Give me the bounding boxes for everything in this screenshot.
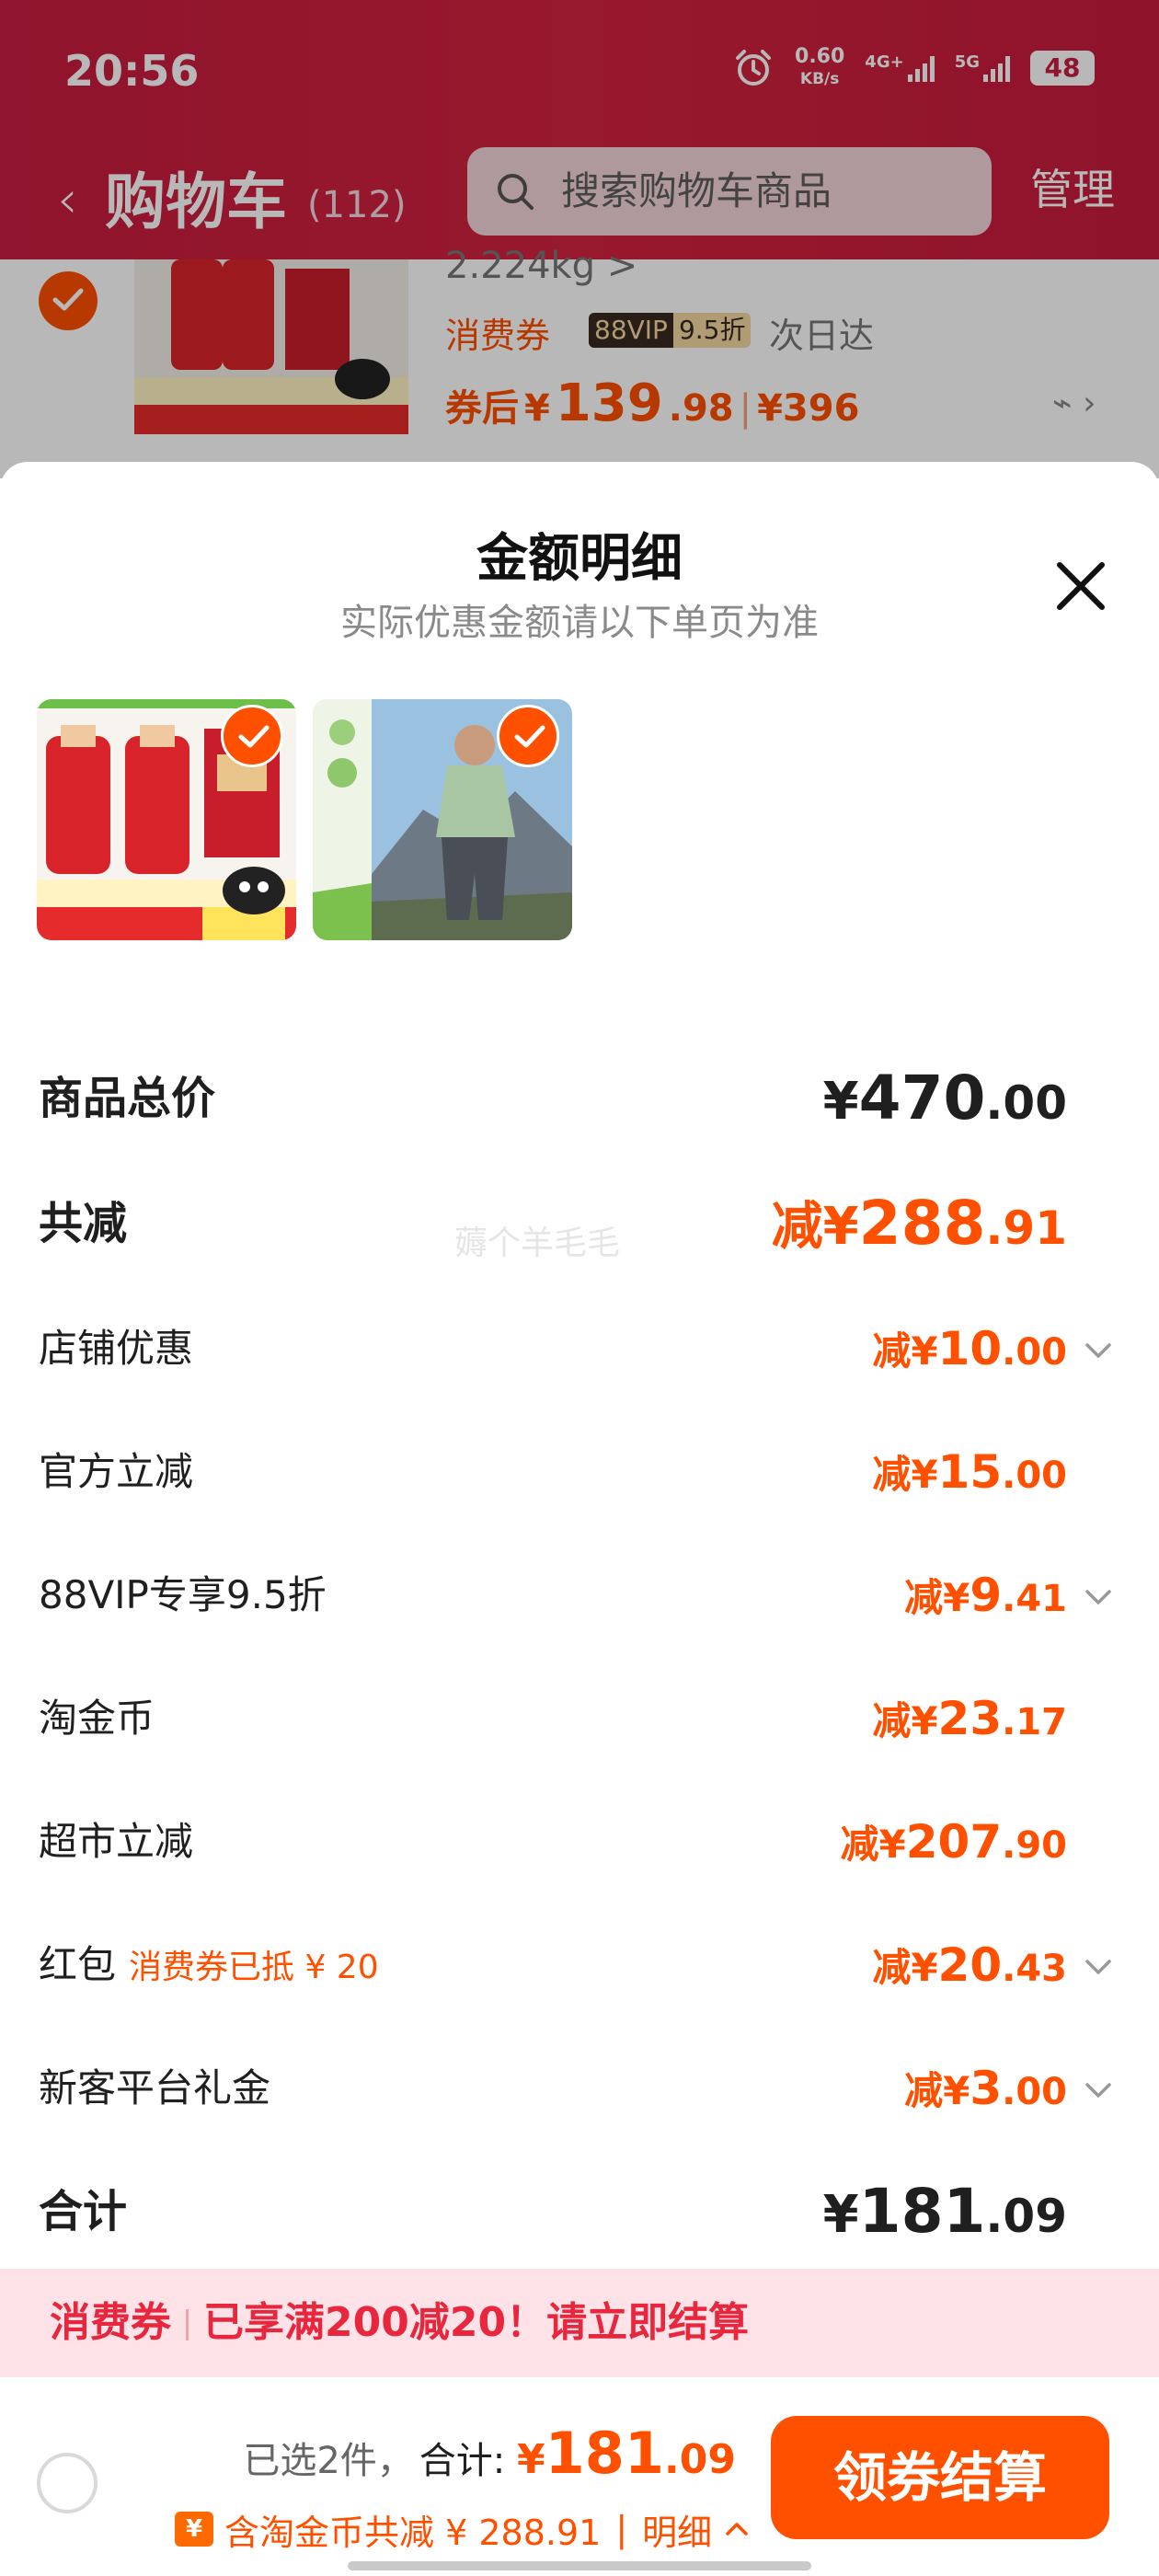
amount-dec: .91	[985, 1202, 1067, 1255]
row-amount: 减¥207.90	[841, 1805, 1067, 1890]
chevron-down-icon[interactable]	[1082, 1950, 1115, 1984]
price-row-new-customer-gift[interactable]: 新客平台礼金 减¥3.00	[0, 2052, 1159, 2125]
amount-dec: .17	[1002, 1701, 1067, 1743]
select-all-checkbox[interactable]	[37, 2453, 98, 2513]
promo-divider	[186, 2309, 189, 2340]
row-amount: ¥470.00	[823, 1062, 1067, 1151]
item-checked-badge[interactable]	[221, 705, 283, 767]
promo-text: 消费券 已享满200减20！请立即结算	[50, 2269, 749, 2377]
row-amount: ¥181.09	[823, 2175, 1067, 2264]
amount-prefix: 减¥	[840, 1822, 906, 1867]
chevron-down-icon[interactable]	[1082, 1581, 1115, 1614]
price-row-total-reduce: 共减 减¥288.91	[0, 1187, 1159, 1260]
price-row-red-packet[interactable]: 红包 消费券已抵 ¥ 20 减¥20.43	[0, 1928, 1159, 2002]
total-currency: ¥	[517, 2436, 545, 2483]
amount-dec: .41	[1002, 1578, 1067, 1620]
promo-message: 已享满200减20！请立即结算	[203, 2299, 750, 2346]
coin-separator: |	[615, 2509, 628, 2549]
amount-int: 288	[858, 1188, 986, 1259]
amount-dec: .09	[985, 2190, 1067, 2243]
selected-summary: 已选2件， 合计: ¥181.09	[243, 2421, 736, 2493]
amount-prefix: 减¥	[771, 1197, 859, 1257]
row-label: 共减	[39, 1198, 128, 1249]
row-label: 合计	[39, 2186, 128, 2237]
total-label: 合计:	[419, 2440, 506, 2482]
amount-int: 20	[937, 1938, 1003, 1992]
amount-int: 181	[858, 2176, 986, 2247]
amount-prefix: 减¥	[872, 1452, 938, 1497]
item-checked-badge[interactable]	[497, 705, 559, 767]
amount-int: 470	[858, 1063, 986, 1133]
coupon-promo-banner[interactable]: 消费券 已享满200减20！请立即结算	[0, 2269, 1159, 2377]
price-row-vip-discount[interactable]: 88VIP专享9.5折 减¥9.41	[0, 1558, 1159, 1632]
price-row-goods-total: 商品总价 ¥470.00	[0, 1062, 1159, 1135]
total-dec: .09	[664, 2436, 736, 2483]
amount-dec: .00	[985, 1076, 1067, 1130]
amount-int: 15	[937, 1445, 1003, 1499]
amount-dec: .00	[1002, 1455, 1067, 1497]
coin-discount-summary[interactable]: ¥ 含淘金币共减 ¥ 288.91 | 明细	[175, 2504, 751, 2555]
chevron-down-icon[interactable]	[1082, 2074, 1115, 2107]
row-amount: 减¥20.43	[872, 1928, 1067, 2013]
price-row-sum: 合计 ¥181.09	[0, 2175, 1159, 2248]
sheet-title: 金额明细	[476, 529, 683, 589]
selected-count: 已选2件，	[243, 2440, 414, 2482]
row-label-text: 红包	[39, 1942, 117, 1987]
promo-label: 消费券	[50, 2299, 171, 2346]
row-label: 超市立减	[39, 1819, 194, 1864]
chevron-down-icon[interactable]	[1082, 1334, 1115, 1367]
row-label: 88VIP专享9.5折	[39, 1572, 327, 1617]
detail-label[interactable]: 明细	[642, 2504, 712, 2555]
row-note: 消费券已抵 ¥ 20	[129, 1949, 379, 1986]
amount-dec: .90	[1002, 1824, 1067, 1867]
amount-int: 10	[937, 1322, 1003, 1375]
amount-dec: .00	[1002, 2071, 1067, 2113]
row-label: 淘金币	[39, 1696, 155, 1741]
price-row-supermarket-discount: 超市立减 减¥207.90	[0, 1805, 1159, 1879]
price-row-tao-coins: 淘金币 减¥23.17	[0, 1682, 1159, 1755]
amount-prefix: ¥	[822, 2185, 859, 2245]
row-label: 官方立减	[39, 1449, 194, 1494]
amount-int: 9	[970, 1569, 1003, 1622]
row-amount: 减¥9.41	[904, 1558, 1067, 1643]
row-amount: 减¥10.00	[872, 1312, 1067, 1397]
amount-prefix: 减¥	[904, 2068, 970, 2113]
row-label: 商品总价	[39, 1073, 216, 1124]
row-label: 新客平台礼金	[39, 2065, 271, 2110]
amount-int: 3	[970, 2062, 1003, 2115]
amount-prefix: ¥	[822, 1072, 859, 1132]
total-int: 181	[545, 2420, 665, 2487]
coin-icon: ¥	[175, 2512, 213, 2547]
row-amount: 减¥15.00	[872, 1435, 1067, 1520]
amount-detail-sheet: 金额明细 实际优惠金额请以下单页为准 薅个羊毛毛 商品总价 ¥470.00 共减…	[0, 462, 1159, 2576]
row-amount: 减¥3.00	[904, 2052, 1067, 2136]
row-label: 店铺优惠	[39, 1326, 194, 1371]
row-label: 红包 消费券已抵 ¥ 20	[39, 1928, 379, 2005]
check-icon	[238, 725, 270, 748]
overlay-dim[interactable]	[0, 0, 1159, 478]
tshirt-product-image[interactable]	[313, 699, 572, 940]
checkout-bar: 已选2件， 合计: ¥181.09 ¥ 含淘金币共减 ¥ 288.91 | 明细 …	[0, 2377, 1159, 2576]
row-amount: 减¥288.91	[772, 1187, 1067, 1276]
amount-dec: .00	[1002, 1331, 1067, 1374]
amount-prefix: 减¥	[872, 1698, 938, 1743]
amount-prefix: 减¥	[872, 1945, 938, 1990]
price-row-official-discount: 官方立减 减¥15.00	[0, 1435, 1159, 1509]
price-row-store-discount[interactable]: 店铺优惠 减¥10.00	[0, 1312, 1159, 1386]
liquor-product-image[interactable]	[37, 699, 296, 940]
amount-prefix: 减¥	[872, 1328, 938, 1374]
close-icon[interactable]	[1049, 554, 1113, 618]
row-amount: 减¥23.17	[872, 1682, 1067, 1766]
chevron-up-icon[interactable]	[723, 2515, 751, 2543]
sheet-subtitle: 实际优惠金额请以下单页为准	[340, 602, 819, 644]
amount-int: 23	[937, 1692, 1003, 1745]
amount-dec: .43	[1002, 1948, 1067, 1990]
amount-prefix: 减¥	[904, 1575, 970, 1620]
checkout-button[interactable]: 领券结算	[771, 2416, 1109, 2539]
amount-int: 207	[905, 1815, 1003, 1869]
check-icon	[514, 725, 545, 748]
coin-text: 含淘金币共减 ¥ 288.91	[224, 2512, 602, 2553]
home-indicator[interactable]	[348, 2561, 811, 2570]
